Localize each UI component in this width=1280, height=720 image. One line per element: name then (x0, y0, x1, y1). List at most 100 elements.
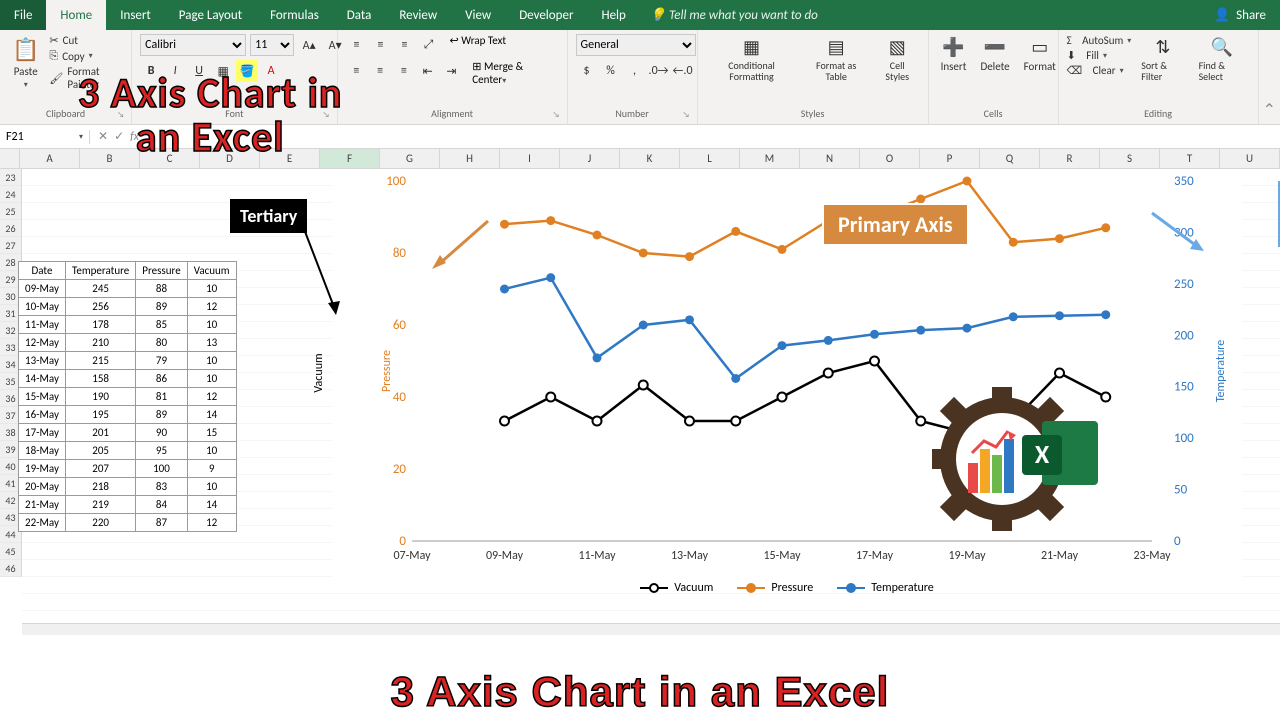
table-cell: 84 (136, 496, 187, 514)
col-header-G[interactable]: G (380, 149, 440, 168)
svg-text:07-May: 07-May (393, 549, 431, 563)
name-box[interactable]: F21 ▾ (0, 130, 90, 144)
row-header-23[interactable]: 23 (0, 169, 22, 186)
number-format-select[interactable]: General (576, 34, 696, 56)
cut-button[interactable]: ✂Cut (49, 34, 123, 47)
increase-indent-icon[interactable]: ⇥ (441, 60, 463, 82)
tab-help[interactable]: Help (587, 0, 639, 30)
row-header-46[interactable]: 46 (0, 560, 22, 577)
row-header-27[interactable]: 27 (0, 237, 22, 254)
horizontal-scrollbar[interactable] (22, 623, 1280, 635)
tab-review[interactable]: Review (385, 0, 451, 30)
insert-label: Insert (941, 60, 967, 73)
percent-icon[interactable]: % (600, 60, 622, 82)
cond-label: Conditional Formatting (710, 60, 794, 82)
group-label-cells: Cells (937, 105, 1050, 122)
svg-text:350: 350 (1174, 174, 1194, 189)
increase-decimal-icon[interactable]: .0→ (648, 60, 670, 82)
svg-text:100: 100 (1174, 431, 1194, 446)
insert-cells-button[interactable]: ➕Insert (937, 34, 971, 75)
table-header: Temperature (65, 262, 135, 280)
group-alignment: ≡ ≡ ≡ ⤢ ↩ Wrap Text ≡ ≡ ≡ ⇤ ⇥ ⊞ Merge & … (338, 30, 568, 124)
sort-filter-button[interactable]: ⇅Sort & Filter (1137, 34, 1188, 84)
delete-cells-button[interactable]: ➖Delete (976, 34, 1013, 75)
merge-center-button[interactable]: ⊞ Merge & Center▾ (472, 60, 558, 86)
col-header-H[interactable]: H (440, 149, 500, 168)
select-all-corner[interactable] (0, 149, 20, 168)
table-cell: 205 (65, 442, 135, 460)
copy-button[interactable]: ⎘Copy▾ (49, 49, 123, 63)
col-header-O[interactable]: O (860, 149, 920, 168)
svg-text:100: 100 (386, 174, 406, 189)
table-cell: 14 (187, 496, 236, 514)
format-as-table-button[interactable]: ▤Format as Table (803, 34, 868, 84)
align-middle-icon[interactable]: ≡ (370, 34, 392, 56)
col-header-M[interactable]: M (740, 149, 800, 168)
overlay-top-line2: an Excel (78, 116, 342, 160)
align-top-icon[interactable]: ≡ (346, 34, 368, 56)
wrap-text-button[interactable]: ↩ Wrap Text (450, 34, 507, 56)
decrease-indent-icon[interactable]: ⇤ (417, 60, 439, 82)
col-header-T[interactable]: T (1160, 149, 1220, 168)
col-header-A[interactable]: A (20, 149, 80, 168)
paste-button[interactable]: 📋 Paste ▾ (8, 34, 43, 92)
find-select-button[interactable]: 🔍Find & Select (1195, 34, 1250, 84)
row-header-25[interactable]: 25 (0, 203, 22, 220)
conditional-formatting-button[interactable]: ▦Conditional Formatting (706, 34, 798, 84)
cell-styles-icon: ▧ (889, 36, 906, 58)
tab-file[interactable]: File (0, 0, 46, 30)
col-header-K[interactable]: K (620, 149, 680, 168)
font-name-select[interactable]: Calibri (140, 34, 246, 56)
row-header-45[interactable]: 45 (0, 543, 22, 560)
group-styles: ▦Conditional Formatting ▤Format as Table… (698, 30, 929, 124)
clear-button[interactable]: ⌫ Clear▾ (1067, 64, 1132, 77)
orientation-icon[interactable]: ⤢ (418, 34, 440, 56)
svg-text:60: 60 (393, 318, 407, 333)
share-button[interactable]: 👤 Share (1200, 0, 1280, 30)
tab-data[interactable]: Data (333, 0, 386, 30)
autosum-button[interactable]: Σ AutoSum▾ (1067, 34, 1132, 47)
tab-developer[interactable]: Developer (505, 0, 587, 30)
tab-page-layout[interactable]: Page Layout (165, 0, 256, 30)
svg-text:40: 40 (393, 390, 407, 405)
col-header-S[interactable]: S (1100, 149, 1160, 168)
row-header-26[interactable]: 26 (0, 220, 22, 237)
fill-button[interactable]: ⬇ Fill▾ (1067, 49, 1132, 62)
font-size-select[interactable]: 11 (250, 34, 294, 56)
ribbon-tabs: File Home Insert Page Layout Formulas Da… (0, 0, 1280, 30)
tab-formulas[interactable]: Formulas (256, 0, 333, 30)
tab-home[interactable]: Home (46, 0, 106, 30)
align-center-icon[interactable]: ≡ (369, 60, 391, 82)
currency-icon[interactable]: $ (576, 60, 598, 82)
svg-text:21-May: 21-May (1041, 549, 1079, 563)
align-bottom-icon[interactable]: ≡ (394, 34, 416, 56)
col-header-U[interactable]: U (1220, 149, 1280, 168)
col-header-J[interactable]: J (560, 149, 620, 168)
dialog-launcher-icon[interactable]: ↘ (553, 110, 565, 122)
comma-icon[interactable]: , (624, 60, 646, 82)
dialog-launcher-icon[interactable]: ↘ (683, 110, 695, 122)
decrease-decimal-icon[interactable]: ←.0 (672, 60, 694, 82)
col-header-L[interactable]: L (680, 149, 740, 168)
tell-me[interactable]: 💡 Tell me what you want to do (640, 0, 828, 30)
format-cells-button[interactable]: ▭Format (1020, 34, 1060, 75)
col-header-N[interactable]: N (800, 149, 860, 168)
table-row: 12-May2108013 (19, 334, 237, 352)
cell-styles-button[interactable]: ▧Cell Styles (875, 34, 920, 84)
tab-view[interactable]: View (451, 0, 505, 30)
align-right-icon[interactable]: ≡ (393, 60, 415, 82)
table-cell: 190 (65, 388, 135, 406)
align-left-icon[interactable]: ≡ (346, 60, 368, 82)
row-header-24[interactable]: 24 (0, 186, 22, 203)
col-header-I[interactable]: I (500, 149, 560, 168)
increase-font-icon[interactable]: A▴ (298, 34, 320, 56)
col-header-R[interactable]: R (1040, 149, 1100, 168)
chart-area[interactable]: 020406080100 050100150200250300350 07-Ma… (332, 171, 1242, 591)
table-cell: 85 (136, 316, 187, 334)
tab-insert[interactable]: Insert (106, 0, 165, 30)
collapse-ribbon-icon[interactable]: ⌃ (1263, 100, 1276, 120)
table-cell: 79 (136, 352, 187, 370)
col-header-Q[interactable]: Q (980, 149, 1040, 168)
col-header-P[interactable]: P (920, 149, 980, 168)
tell-me-label: Tell me what you want to do (669, 8, 818, 23)
